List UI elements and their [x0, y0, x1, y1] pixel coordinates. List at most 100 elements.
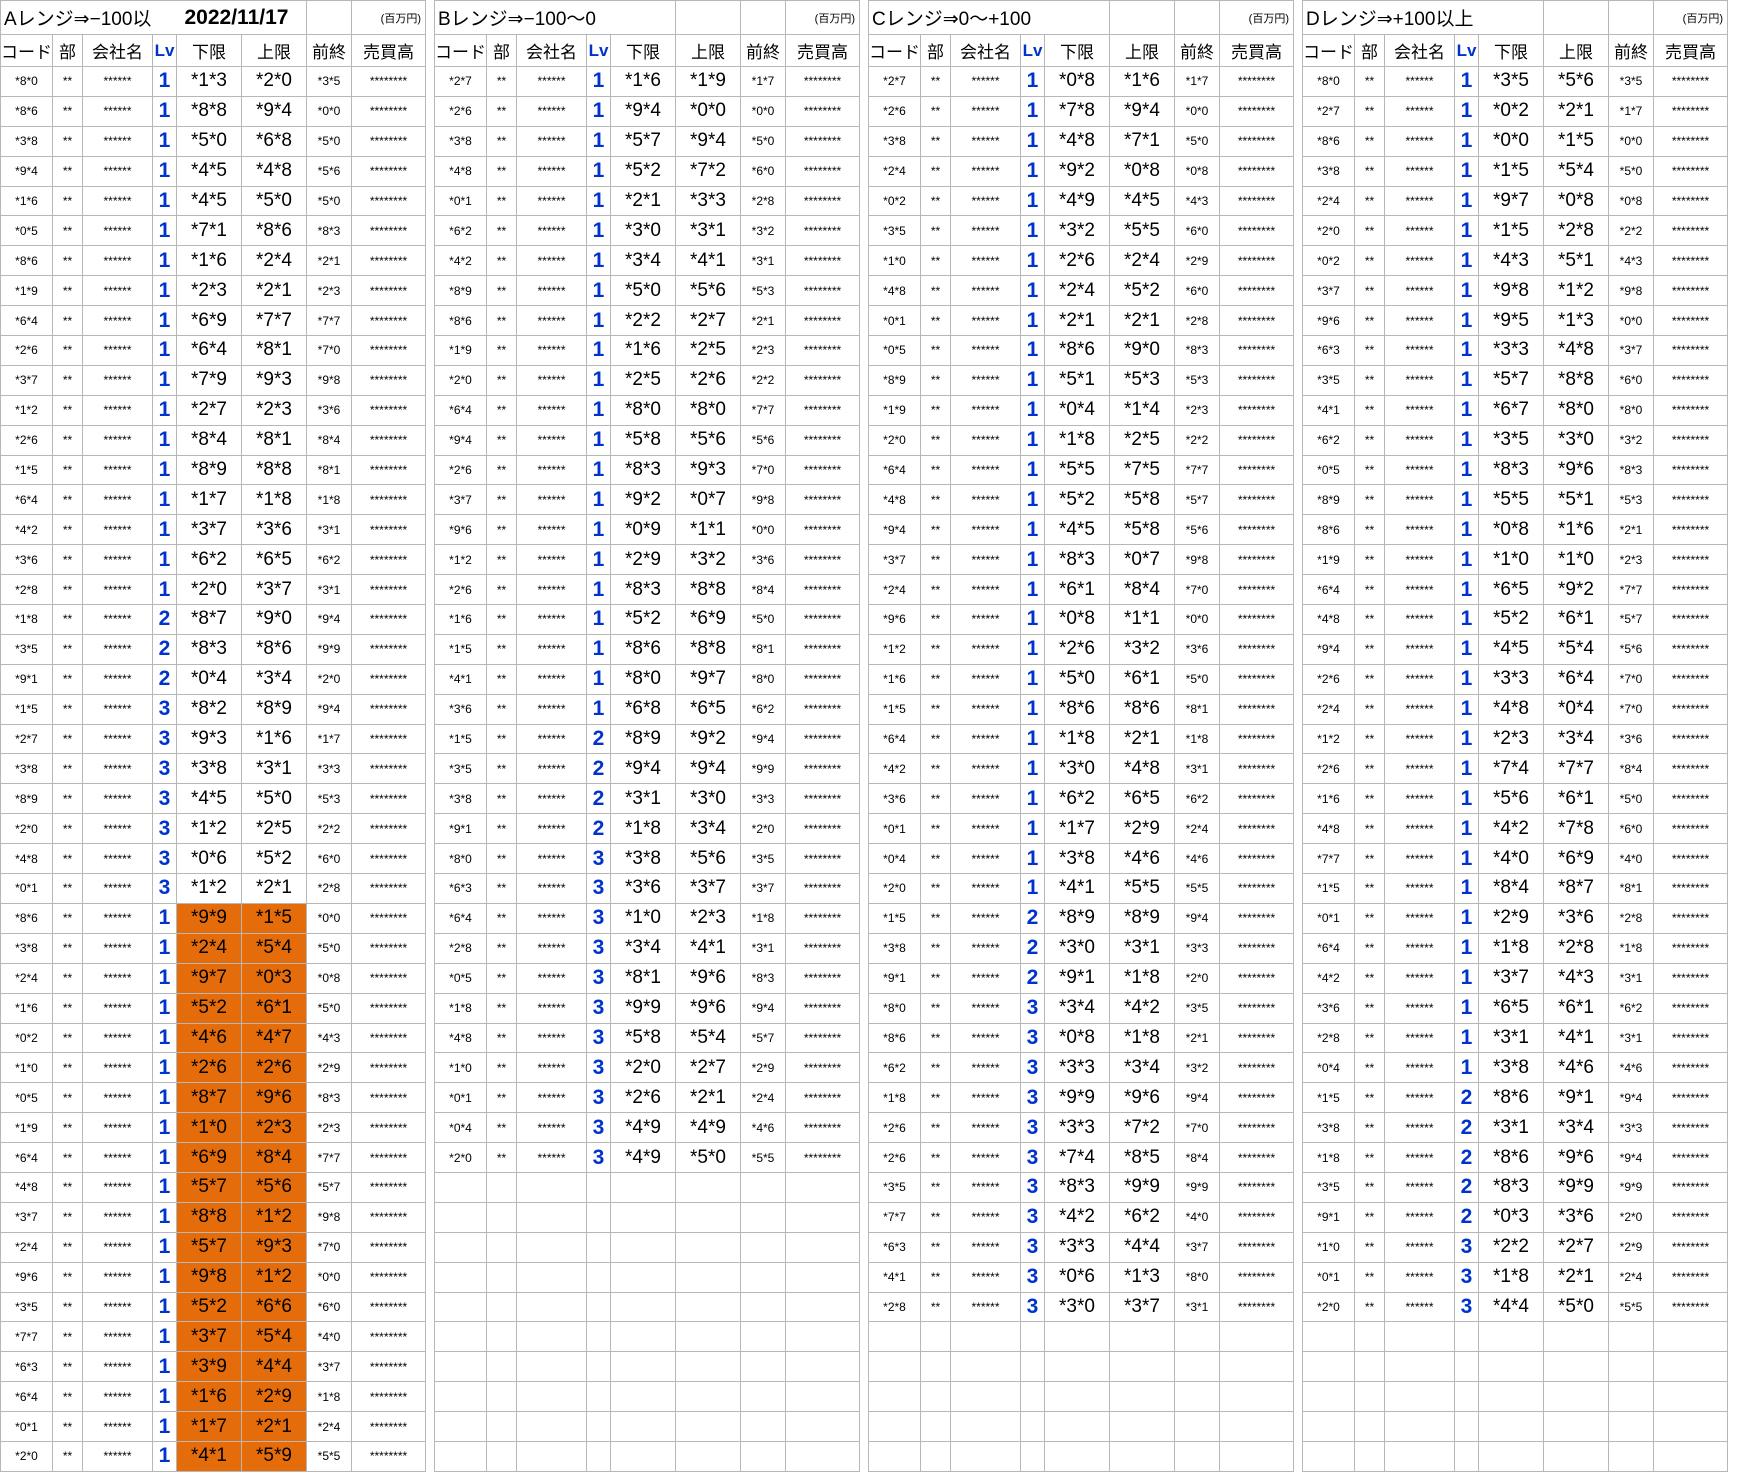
cell-code: *1*9 [0, 275, 53, 307]
cell-company: ****** [1384, 1112, 1455, 1144]
unit-label: (百万円) [1219, 0, 1294, 35]
cell-volume: ******** [1219, 1142, 1294, 1173]
cell-lv: 1 [152, 1321, 177, 1353]
cell-lower: *9*1 [1044, 962, 1110, 994]
cell-volume: ******** [351, 1112, 426, 1144]
cell-code: *1*0 [0, 1052, 53, 1084]
cell-bu: ** [1354, 155, 1385, 187]
cell-prev-close: *6*0 [1174, 275, 1220, 307]
empty-cell [1478, 1381, 1544, 1413]
column-separator [425, 1321, 435, 1352]
column-separator [859, 813, 869, 844]
column-separator [859, 1052, 869, 1083]
cell-volume: ******** [351, 1231, 426, 1263]
empty-cell [434, 1231, 487, 1263]
column-separator [1293, 245, 1303, 276]
cell-upper: *4*2 [1109, 992, 1175, 1024]
cell-company: ****** [1384, 783, 1455, 815]
cell-volume: ******** [1219, 753, 1294, 785]
cell-lv: 1 [1020, 95, 1045, 127]
cell-company: ****** [82, 155, 153, 187]
cell-bu: ** [920, 335, 951, 366]
cell-bu: ** [52, 155, 83, 187]
empty-cell [434, 1351, 487, 1383]
cell-lower: *8*3 [1478, 1171, 1544, 1203]
cell-upper: *8*9 [1109, 902, 1175, 934]
empty-cell [1354, 1381, 1385, 1413]
empty-cell [586, 1440, 611, 1472]
table-row: *0*1 ** ****** 3 *1*2 *2*1 *2*8 ******** *6*3 ** *… [0, 873, 1728, 904]
cell-lower: *4*8 [1044, 125, 1110, 157]
cell-upper: *5*3 [1109, 364, 1175, 396]
empty-cell [1543, 1411, 1609, 1442]
cell-bu: ** [486, 813, 517, 845]
cell-code: *2*6 [1302, 753, 1355, 785]
cell-company: ****** [516, 574, 587, 606]
column-separator [425, 215, 435, 246]
empty-cell [1543, 1321, 1609, 1353]
column-separator [425, 1441, 435, 1472]
cell-code: *2*6 [1302, 663, 1355, 695]
cell-company: ****** [516, 873, 587, 904]
cell-prev-close: *2*3 [306, 1112, 352, 1144]
cell-upper: *2*1 [675, 1082, 741, 1114]
cell-code: *1*2 [1302, 723, 1355, 755]
cell-upper: *5*6 [675, 843, 741, 875]
cell-bu: ** [486, 155, 517, 187]
cell-company: ****** [516, 544, 587, 576]
cell-company: ****** [516, 185, 587, 217]
cell-lower: *4*1 [1044, 873, 1110, 904]
cell-lower: *2*6 [176, 1052, 242, 1084]
cell-prev-close: *5*5 [740, 1142, 786, 1173]
cell-code: *1*5 [0, 454, 53, 486]
column-separator [1293, 395, 1303, 426]
column-separator [425, 903, 435, 934]
cell-upper: *8*0 [675, 394, 741, 426]
cell-lv: 3 [152, 873, 177, 904]
cell-prev-close: *0*8 [1174, 155, 1220, 187]
cell-upper: *4*8 [1543, 335, 1609, 366]
cell-prev-close: *3*1 [740, 932, 786, 964]
cell-company: ****** [82, 1082, 153, 1114]
cell-bu: ** [1354, 693, 1385, 725]
cell-code: *7*7 [0, 1321, 53, 1353]
cell-volume: ******** [1219, 992, 1294, 1024]
cell-lv: 3 [586, 1022, 611, 1054]
cell-lower: *8*3 [1478, 454, 1544, 486]
empty-cell [868, 1440, 921, 1472]
cell-bu: ** [920, 245, 951, 277]
cell-lower: *3*0 [1044, 753, 1110, 785]
cell-code: *1*2 [868, 633, 921, 665]
cell-prev-close: *8*3 [306, 1082, 352, 1114]
cell-bu: ** [920, 394, 951, 426]
cell-bu: ** [486, 245, 517, 277]
cell-code: *1*8 [1302, 1142, 1355, 1173]
cell-lv: 3 [1020, 1052, 1045, 1084]
cell-volume: ******** [1219, 1231, 1294, 1263]
cell-lower: *8*8 [176, 95, 242, 127]
cell-code: *2*6 [868, 1112, 921, 1144]
cell-lv: 1 [1020, 275, 1045, 307]
cell-code: *2*4 [0, 1231, 53, 1263]
cell-prev-close: *8*4 [1174, 1142, 1220, 1173]
cell-company: ****** [82, 604, 153, 635]
cell-upper: *9*6 [675, 992, 741, 1024]
cell-upper: *4*7 [241, 1022, 307, 1054]
cell-lower: *4*5 [176, 783, 242, 815]
cell-upper: *9*2 [1543, 574, 1609, 606]
cell-volume: ******** [1219, 902, 1294, 934]
cell-lv: 1 [152, 1082, 177, 1114]
cell-lv: 3 [1020, 992, 1045, 1024]
table-row: *1*8 ** ****** 2 *8*7 *9*0 *9*4 ******** *1*6 ** *… [0, 604, 1728, 635]
cell-upper: *5*1 [1543, 484, 1609, 516]
cell-code: *3*7 [868, 544, 921, 576]
empty-cell [586, 1201, 611, 1233]
column-separator [859, 873, 869, 904]
cell-lower: *3*9 [176, 1351, 242, 1383]
cell-prev-close: *6*2 [1174, 783, 1220, 815]
cell-prev-close: *1*7 [306, 723, 352, 755]
cell-upper: *1*8 [241, 484, 307, 516]
cell-bu: ** [920, 1052, 951, 1084]
cell-lv: 1 [1020, 66, 1045, 97]
cell-prev-close: *7*0 [1174, 574, 1220, 606]
